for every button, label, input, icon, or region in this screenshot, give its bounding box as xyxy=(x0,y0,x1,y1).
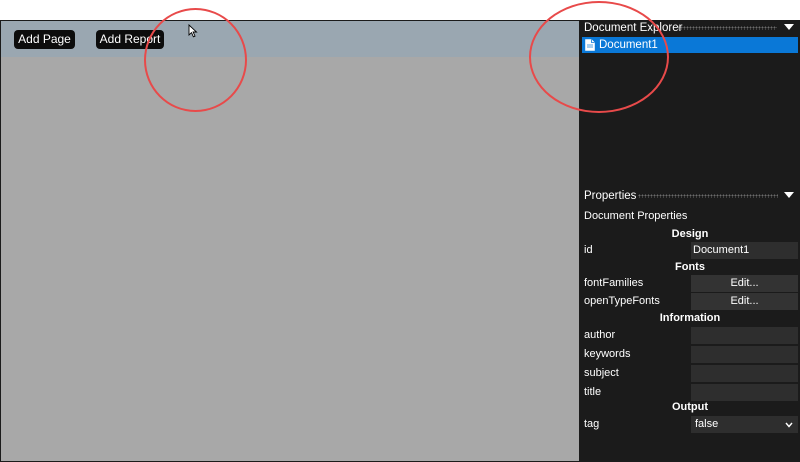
property-label: keywords xyxy=(584,348,631,360)
properties-header: Properties xyxy=(580,188,800,204)
keywords-field[interactable] xyxy=(691,346,798,363)
edit-fontfamilies-button[interactable]: Edit... xyxy=(691,275,798,292)
property-label: id xyxy=(584,244,593,256)
property-row-fontfamilies: fontFamilies Edit... xyxy=(582,274,798,292)
property-row-subject: subject xyxy=(582,364,798,382)
property-row-id: id Document1 xyxy=(582,241,798,259)
canvas-toolbar: Add Page Add Report xyxy=(1,21,579,57)
title-field[interactable] xyxy=(691,384,798,401)
property-row-opentypefonts: openTypeFonts Edit... xyxy=(582,292,798,310)
collapse-arrow-icon[interactable] xyxy=(784,192,794,198)
property-label: tag xyxy=(584,418,600,430)
id-field[interactable]: Document1 xyxy=(691,242,798,259)
section-design: Design xyxy=(671,228,709,240)
design-canvas[interactable]: Add Page Add Report xyxy=(1,21,579,461)
property-label: title xyxy=(584,386,602,398)
tag-select-value: false xyxy=(695,418,719,430)
author-field[interactable] xyxy=(691,327,798,344)
properties-panel: Properties Document Properties Design id… xyxy=(580,188,800,462)
property-label: openTypeFonts xyxy=(584,295,660,307)
collapse-arrow-icon[interactable] xyxy=(784,24,794,30)
properties-subtitle: Document Properties xyxy=(584,210,688,222)
edit-opentypefonts-button[interactable]: Edit... xyxy=(691,293,798,310)
app-window: Add Page Add Report Document Explorer Do… xyxy=(0,20,800,462)
tag-select[interactable]: false xyxy=(691,416,798,433)
property-label: fontFamilies xyxy=(584,277,644,289)
annotation-circle xyxy=(529,1,669,113)
section-output: Output xyxy=(671,401,709,413)
subject-field[interactable] xyxy=(691,365,798,382)
property-label: subject xyxy=(584,367,619,379)
property-row-keywords: keywords xyxy=(582,345,798,363)
property-label: author xyxy=(584,329,616,341)
property-row-author: author xyxy=(582,326,798,344)
section-fonts: Fonts xyxy=(675,261,705,273)
add-page-button[interactable]: Add Page xyxy=(14,30,75,49)
annotation-circle xyxy=(144,8,247,112)
drag-grip[interactable] xyxy=(638,194,778,198)
property-row-title: title xyxy=(582,383,798,401)
property-row-tag: tag false xyxy=(582,415,798,433)
drag-grip[interactable] xyxy=(677,26,777,30)
chevron-down-icon xyxy=(785,422,793,428)
properties-title: Properties xyxy=(584,190,637,202)
section-information: Information xyxy=(659,312,721,324)
